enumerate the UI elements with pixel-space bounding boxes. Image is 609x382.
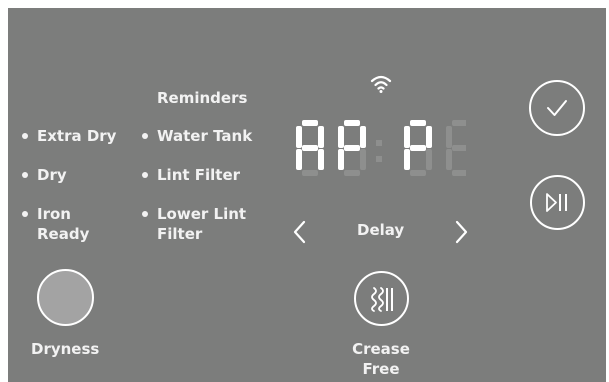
seven-segment-digits xyxy=(296,120,474,176)
digit-1-segment-e xyxy=(296,149,302,170)
digit-2-segment-c xyxy=(360,149,366,170)
delay-label: Delay xyxy=(357,221,405,239)
checkmark-icon xyxy=(547,100,567,116)
digit-2-segment-g xyxy=(344,145,360,151)
reminders-title: Reminders xyxy=(157,89,248,107)
crease-free-button[interactable] xyxy=(354,271,409,326)
chevron-left-icon[interactable] xyxy=(292,220,308,244)
digit-2-segment-b xyxy=(360,126,366,148)
reminder-lower-lint-filter: Lower Lint xyxy=(141,205,247,223)
dryness-option-dry: Dry xyxy=(22,166,67,184)
play-pause-icon xyxy=(546,193,567,212)
dryness-label: Dryness xyxy=(31,340,100,358)
digit-4-segment-a xyxy=(452,120,468,126)
time-display: AP:P xyxy=(296,120,474,182)
colon-dot-2 xyxy=(376,156,382,162)
digit-2-segment-d xyxy=(344,170,360,176)
wifi-icon xyxy=(370,75,392,93)
dryer-control-panel xyxy=(8,8,606,382)
digit-3-segment-e xyxy=(404,149,410,170)
dryness-button[interactable] xyxy=(37,269,94,326)
digit-2-segment-a xyxy=(344,120,360,126)
digit-3-segment-f xyxy=(404,126,410,148)
digit-1-segment-c xyxy=(318,149,324,170)
digit-4-segment-f xyxy=(446,126,452,148)
confirm-button[interactable] xyxy=(529,80,585,136)
reminder-lint-filter: Lint Filter xyxy=(141,166,241,184)
crease-free-label: Crease Free xyxy=(343,339,419,379)
digit-3-segment-d xyxy=(410,170,426,176)
digit-1-segment-g xyxy=(302,145,318,151)
dryness-option-iron-ready: Iron xyxy=(22,205,71,223)
digit-4-segment-d xyxy=(452,170,468,176)
chevron-right-icon[interactable] xyxy=(453,220,469,244)
digit-3-segment-g xyxy=(410,145,426,151)
crease-free-label-line2: Free xyxy=(362,360,400,378)
reminder-lower-lint-filter-line2: Filter xyxy=(157,225,203,243)
digit-1-segment-f xyxy=(296,126,302,148)
digit-1-segment-d xyxy=(302,170,318,176)
digit-2-segment-f xyxy=(338,126,344,148)
dryness-option-iron-ready-line2: Ready xyxy=(37,225,90,243)
digit-2-segment-e xyxy=(338,149,344,170)
crease-free-icon xyxy=(371,287,393,312)
start-pause-button[interactable] xyxy=(530,175,585,230)
digit-1-segment-a xyxy=(302,120,318,126)
digit-1-segment-b xyxy=(318,126,324,148)
crease-free-label-line1: Crease xyxy=(352,340,410,358)
digit-4-segment-g xyxy=(452,145,468,151)
digit-4-segment-e xyxy=(446,149,452,170)
reminder-water-tank: Water Tank xyxy=(141,127,253,145)
digit-3-segment-b xyxy=(426,126,432,148)
dryness-option-extra-dry: Extra Dry xyxy=(21,127,117,145)
colon-dot-1 xyxy=(376,140,382,146)
digit-3-segment-a xyxy=(410,120,426,126)
digit-3-segment-c xyxy=(426,149,432,170)
